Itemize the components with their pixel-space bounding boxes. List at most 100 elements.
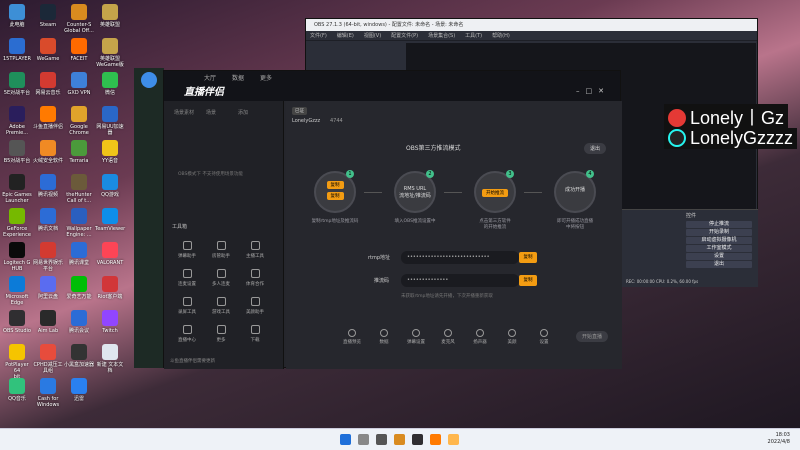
desktop-icon[interactable]: 网易UU加速器 (95, 106, 125, 136)
tool-item[interactable]: 弹幕助手 (176, 241, 198, 259)
desktop-icon[interactable]: 腾讯视频 (33, 174, 63, 198)
desktop-icon[interactable]: 火绒安全软件 (33, 140, 63, 164)
start-icon[interactable] (340, 434, 351, 445)
tool-item[interactable]: 主播工具 (244, 241, 266, 259)
desktop-icon[interactable]: PotPlayer 64 bit (2, 344, 32, 380)
copy-rtmp-button[interactable]: 复制 (519, 252, 537, 263)
desktop-icon[interactable]: Aim Lab (33, 310, 63, 334)
left-tab[interactable]: 添加 (238, 109, 248, 116)
desktop-icon[interactable]: 阿里云盘 (33, 276, 63, 300)
desktop-icon[interactable]: 5E对战平台 (2, 72, 32, 96)
desktop-icon[interactable]: theHunter Call of t... (64, 174, 94, 204)
tool-item[interactable]: 游戏工具 (210, 297, 232, 315)
desktop-icon[interactable]: 小黑盒加速器 (64, 344, 94, 368)
obs-menu-item[interactable]: 视图(V) (364, 33, 381, 39)
desktop-icon[interactable]: Terraria (64, 140, 94, 164)
desktop-icon[interactable]: B5对战平台 (2, 140, 32, 164)
bottom-tool[interactable]: 美颜 (501, 329, 523, 345)
obs-menu-item[interactable]: 配置文件(P) (391, 33, 418, 39)
desktop-icon[interactable]: 网易云音乐 (33, 72, 63, 96)
bottom-tool[interactable]: 麦克风 (437, 329, 459, 345)
desktop-icon[interactable]: 英雄联盟 WeGame版 (95, 38, 125, 68)
update-notice[interactable]: 斗鱼直播伴侣需要更新 (170, 358, 215, 364)
desktop-icon[interactable]: Logitech G HUB (2, 242, 32, 272)
desktop-icon[interactable]: VALORANT (95, 242, 125, 266)
obs-menu-item[interactable]: 帮助(H) (492, 33, 510, 39)
desktop-icon[interactable]: 新建 文本文 档 (95, 344, 125, 374)
tool-item[interactable]: 连麦设置 (176, 269, 198, 287)
nav-tab[interactable]: 更多 (260, 75, 272, 82)
desktop-icon[interactable]: Twitch (95, 310, 125, 334)
bottom-tool[interactable]: 弹幕设置 (405, 329, 427, 345)
desktop-icon[interactable]: 斗鱼直播伴侣 (33, 106, 63, 130)
tool-item[interactable]: 房管助手 (210, 241, 232, 259)
tool-item[interactable]: 直播中心 (176, 325, 198, 343)
obs-menu-item[interactable]: 场景集合(S) (428, 33, 455, 39)
desktop-icon[interactable]: TeamViewer (95, 208, 125, 232)
step-pill[interactable]: 复制 (316, 192, 354, 200)
bottom-tool[interactable]: 数据 (373, 329, 395, 345)
obs-control-button[interactable]: 启动虚拟摄像机 (686, 237, 752, 244)
obs-menu-item[interactable]: 文件(F) (310, 33, 327, 39)
nav-tab[interactable]: 数据 (232, 75, 244, 82)
desktop-icon[interactable]: OBS Studio (2, 310, 32, 334)
tool-item[interactable]: 下载 (244, 325, 266, 343)
obs-menu-item[interactable]: 工具(T) (465, 33, 482, 39)
desktop-icon[interactable]: Microsoft Edge (2, 276, 32, 306)
desktop-icon[interactable]: Adobe Premie... (2, 106, 32, 136)
nav-tab[interactable]: 大厅 (204, 75, 216, 82)
left-tab[interactable]: 场景 (206, 109, 216, 116)
step-pill[interactable]: 复制 (316, 181, 354, 189)
desktop-icon[interactable]: Steam (33, 4, 63, 28)
desktop-icon[interactable]: Cash for Windows (33, 378, 63, 408)
desktop-icon[interactable]: YY语音 (95, 140, 125, 164)
left-tab[interactable]: 场景素材 (174, 109, 194, 116)
desktop-icon[interactable]: 此电脑 (2, 4, 32, 28)
start-live-button[interactable]: 开始直播 (576, 331, 609, 342)
folder-icon[interactable] (448, 434, 459, 445)
obs-taskbar-icon[interactable] (412, 434, 423, 445)
tool-item[interactable]: 录屏工具 (176, 297, 198, 315)
desktop-icon[interactable]: Google Chrome (64, 106, 94, 136)
obs-control-button[interactable]: 开始录制 (686, 229, 752, 236)
search-icon[interactable] (358, 434, 369, 445)
desktop-icon[interactable]: QQ音乐 (2, 378, 32, 402)
desktop-icon[interactable]: Riot客户端 (95, 276, 125, 300)
desktop-icon[interactable]: 微信 (95, 72, 125, 96)
step-pill[interactable]: 开始推流 (476, 189, 514, 197)
obs-control-button[interactable]: 设置 (686, 253, 752, 260)
desktop-icon[interactable]: Epic Games Launcher (2, 174, 32, 204)
clock[interactable]: 18:03 2022/4/8 (768, 432, 790, 446)
bottom-tool[interactable]: 直播预览 (341, 329, 363, 345)
code-field[interactable]: •••••••••••••• (401, 274, 519, 287)
desktop-icon[interactable]: QQ游戏 (95, 174, 125, 198)
obs-control-button[interactable]: 工作室模式 (686, 245, 752, 252)
tool-item[interactable]: 美颜助手 (244, 297, 266, 315)
desktop-icon[interactable]: FACEIT (64, 38, 94, 62)
desktop-icon[interactable]: 腾讯课堂 (64, 242, 94, 266)
exit-button[interactable]: 退出 (584, 143, 607, 154)
desktop-icon[interactable]: 英雄联盟 (95, 4, 125, 28)
desktop-icon[interactable]: 腾讯文档 (33, 208, 63, 232)
desktop-icon[interactable]: 15TPLAYER (2, 38, 32, 62)
bottom-tool[interactable]: 扬声器 (469, 329, 491, 345)
copy-code-button[interactable]: 复制 (519, 275, 537, 286)
obs-menu-item[interactable]: 编辑(E) (337, 33, 354, 39)
csgo-taskbar-icon[interactable] (394, 434, 405, 445)
desktop-icon[interactable]: GXD VPN (64, 72, 94, 96)
tool-item[interactable]: 更多 (210, 325, 232, 343)
douyu-taskbar-icon[interactable] (430, 434, 441, 445)
obs-control-button[interactable]: 退出 (686, 261, 752, 268)
window-controls[interactable]: –□✕ (576, 87, 610, 95)
desktop-icon[interactable]: 爱奇艺万能 (64, 276, 94, 300)
tool-item[interactable]: 体育合作 (244, 269, 266, 287)
desktop-icon[interactable]: 迅雷 (64, 378, 94, 402)
desktop-icon[interactable]: 网易世界娱乐 平台 (33, 242, 63, 272)
bottom-tool[interactable]: 设置 (533, 329, 555, 345)
rtmp-field[interactable]: •••••••••••••••••••••••••••• (401, 251, 519, 264)
desktop-icon[interactable]: Wallpaper Engine: ... (64, 208, 94, 238)
desktop-icon[interactable]: Counter-S Global Off... (64, 4, 94, 34)
taskview-icon[interactable] (376, 434, 387, 445)
desktop-icon[interactable]: CPHD减压工 具组 (33, 344, 63, 374)
obs-control-button[interactable]: 停止推流 (686, 221, 752, 228)
